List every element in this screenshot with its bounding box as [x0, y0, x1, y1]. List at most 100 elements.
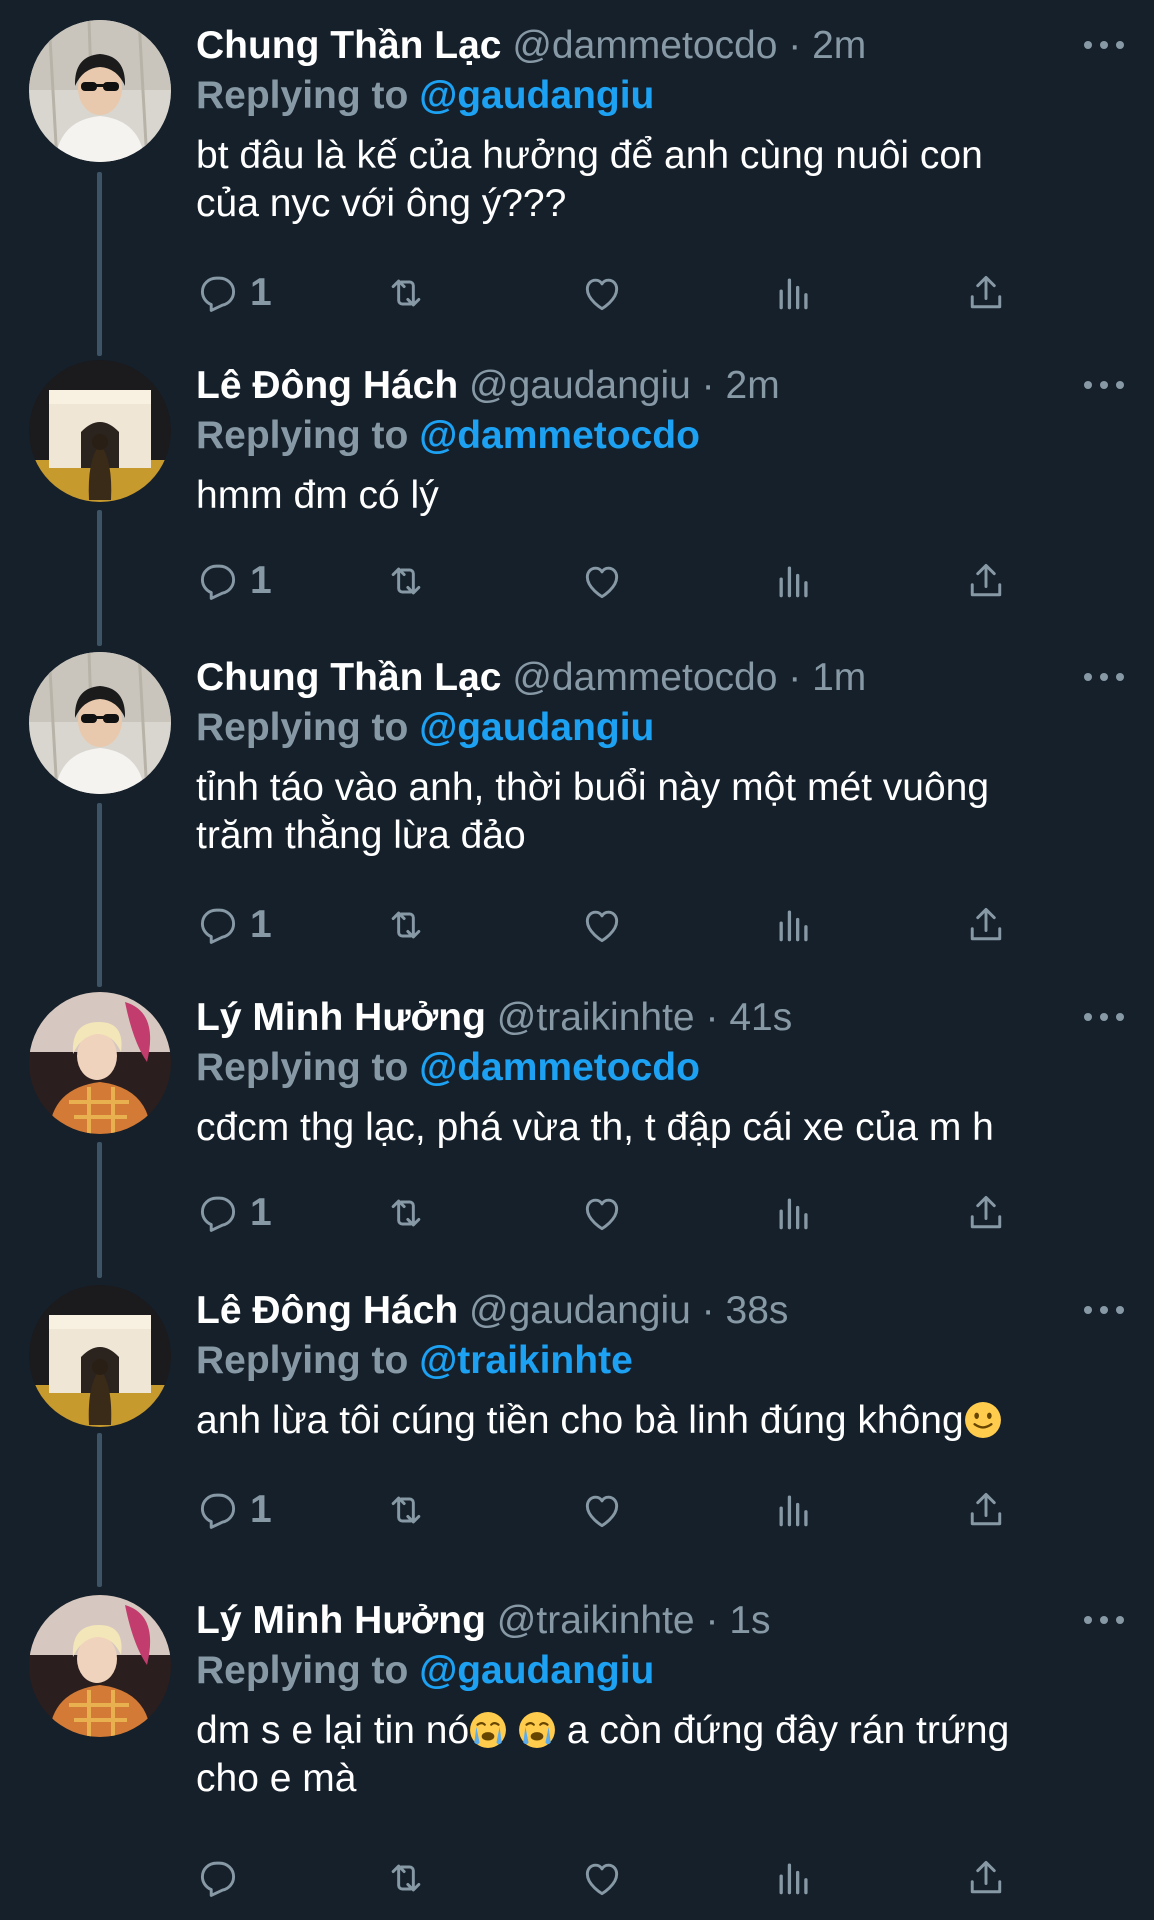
retweet-button[interactable]: [384, 1853, 428, 1903]
analytics-button[interactable]: [772, 900, 816, 950]
share-button[interactable]: [964, 1853, 1008, 1903]
analytics-button[interactable]: [772, 1853, 816, 1903]
like-button[interactable]: [580, 1485, 624, 1535]
display-name[interactable]: Chung Thần Lạc: [196, 656, 502, 699]
slightly-smiling-emoji: [964, 1402, 1001, 1438]
tweet-text: anh lừa tôi cúng tiền cho bà linh đúng k…: [196, 1397, 1124, 1445]
crying-face-emoji: [519, 1712, 555, 1748]
user-handle[interactable]: @dammetocdo: [512, 656, 777, 699]
like-button[interactable]: [580, 1188, 624, 1238]
more-icon[interactable]: [1084, 1297, 1124, 1323]
retweet-button[interactable]: [384, 268, 428, 318]
tweet-text-part: dm s e lại tin nó: [196, 1709, 470, 1752]
reply-button[interactable]: 1: [196, 1485, 272, 1535]
analytics-button[interactable]: [772, 1485, 816, 1535]
replying-to-handle[interactable]: @gaudangiu: [419, 74, 654, 117]
display-name[interactable]: Lê Đông Hách: [196, 1289, 458, 1332]
user-handle[interactable]: @gaudangiu: [469, 364, 691, 407]
share-button[interactable]: [964, 556, 1008, 606]
user-handle[interactable]: @traikinhte: [497, 996, 695, 1039]
tweet-content: Lý Minh Hưởng @traikinhte · 1s Replying …: [196, 1595, 1124, 1803]
heart-icon: [585, 1495, 619, 1528]
avatar[interactable]: [29, 360, 171, 502]
reply-button[interactable]: 1: [196, 1188, 272, 1238]
reply-icon: [200, 564, 236, 600]
separator-dot: ·: [701, 1289, 715, 1332]
display-name[interactable]: Lý Minh Hưởng: [196, 996, 486, 1039]
reply-button[interactable]: 1: [196, 556, 272, 606]
avatar[interactable]: [29, 1595, 171, 1737]
more-icon[interactable]: [1084, 1607, 1124, 1633]
replying-to: Replying to @gaudangiu: [196, 704, 1124, 752]
replying-to-handle[interactable]: @dammetocdo: [419, 414, 700, 457]
reply-button[interactable]: [196, 1853, 250, 1903]
tweet[interactable]: Lê Đông Hách @gaudangiu · 2m Replying to…: [0, 360, 1154, 650]
analytics-button[interactable]: [772, 268, 816, 318]
replying-to-handle[interactable]: @gaudangiu: [419, 706, 654, 749]
tweet[interactable]: Chung Thần Lạc @dammetocdo · 1m Replying…: [0, 652, 1154, 982]
avatar[interactable]: [29, 652, 171, 794]
tweet-text: dm s e lại tin nó a còn đứng đây rán trứ…: [196, 1707, 1124, 1803]
timestamp[interactable]: 1s: [729, 1599, 770, 1642]
avatar[interactable]: [29, 992, 171, 1134]
more-icon[interactable]: [1084, 1004, 1124, 1030]
tweet-header: Lý Minh Hưởng @traikinhte · 41s: [196, 992, 1124, 1044]
separator-dot: ·: [705, 1599, 719, 1642]
share-button[interactable]: [964, 900, 1008, 950]
display-name[interactable]: Chung Thần Lạc: [196, 24, 502, 67]
analytics-button[interactable]: [772, 1188, 816, 1238]
tweet-actions: 1: [0, 556, 1154, 606]
timestamp[interactable]: 2m: [726, 364, 780, 407]
retweet-button[interactable]: [384, 900, 428, 950]
timestamp[interactable]: 41s: [729, 996, 792, 1039]
more-icon[interactable]: [1084, 372, 1124, 398]
tweet[interactable]: Lý Minh Hưởng @traikinhte · 41s Replying…: [0, 992, 1154, 1282]
tweet[interactable]: Lý Minh Hưởng @traikinhte · 1s Replying …: [0, 1595, 1154, 1920]
like-button[interactable]: [580, 556, 624, 606]
user-handle[interactable]: @dammetocdo: [512, 24, 777, 67]
tweet[interactable]: Lê Đông Hách @gaudangiu · 38s Replying t…: [0, 1285, 1154, 1585]
reply-count: 1: [250, 1191, 272, 1234]
user-handle[interactable]: @gaudangiu: [469, 1289, 691, 1332]
tweet-content: Chung Thần Lạc @dammetocdo · 2m Replying…: [196, 20, 1124, 228]
share-button[interactable]: [964, 268, 1008, 318]
display-name[interactable]: Lý Minh Hưởng: [196, 1599, 486, 1642]
analytics-icon: [779, 278, 808, 310]
like-button[interactable]: [580, 268, 624, 318]
share-button[interactable]: [964, 1485, 1008, 1535]
reply-button[interactable]: 1: [196, 268, 272, 318]
replying-to-handle[interactable]: @gaudangiu: [419, 1649, 654, 1692]
analytics-button[interactable]: [772, 556, 816, 606]
timestamp[interactable]: 38s: [726, 1289, 789, 1332]
more-icon[interactable]: [1084, 664, 1124, 690]
retweet-button[interactable]: [384, 556, 428, 606]
tweet-header: Chung Thần Lạc @dammetocdo · 2m: [196, 20, 1124, 72]
timestamp[interactable]: 1m: [812, 656, 866, 699]
share-icon: [970, 1195, 1002, 1229]
avatar-boy-sunglasses: [29, 20, 171, 162]
retweet-button[interactable]: [384, 1188, 428, 1238]
timestamp[interactable]: 2m: [812, 24, 866, 67]
tweet-text-part: [507, 1709, 518, 1752]
more-icon[interactable]: [1084, 32, 1124, 58]
share-button[interactable]: [964, 1188, 1008, 1238]
display-name[interactable]: Lê Đông Hách: [196, 364, 458, 407]
separator-dot: ·: [705, 996, 719, 1039]
like-button[interactable]: [580, 900, 624, 950]
tweet-content: Lê Đông Hách @gaudangiu · 38s Replying t…: [196, 1285, 1124, 1445]
retweet-button[interactable]: [384, 1485, 428, 1535]
heart-icon: [585, 278, 619, 311]
reply-button[interactable]: 1: [196, 900, 272, 950]
avatar[interactable]: [29, 1285, 171, 1427]
replying-to: Replying to @traikinhte: [196, 1337, 1124, 1385]
user-handle[interactable]: @traikinhte: [497, 1599, 695, 1642]
retweet-icon: [391, 1496, 421, 1524]
tweet[interactable]: Chung Thần Lạc @dammetocdo · 2m Replying…: [0, 20, 1154, 340]
tweet-header: Lê Đông Hách @gaudangiu · 2m: [196, 360, 1124, 412]
avatar[interactable]: [29, 20, 171, 162]
replying-to-label: Replying to: [196, 1649, 409, 1692]
like-button[interactable]: [580, 1853, 624, 1903]
reply-count: 1: [250, 559, 272, 602]
replying-to-handle[interactable]: @dammetocdo: [419, 1046, 700, 1089]
replying-to-handle[interactable]: @traikinhte: [419, 1339, 633, 1382]
